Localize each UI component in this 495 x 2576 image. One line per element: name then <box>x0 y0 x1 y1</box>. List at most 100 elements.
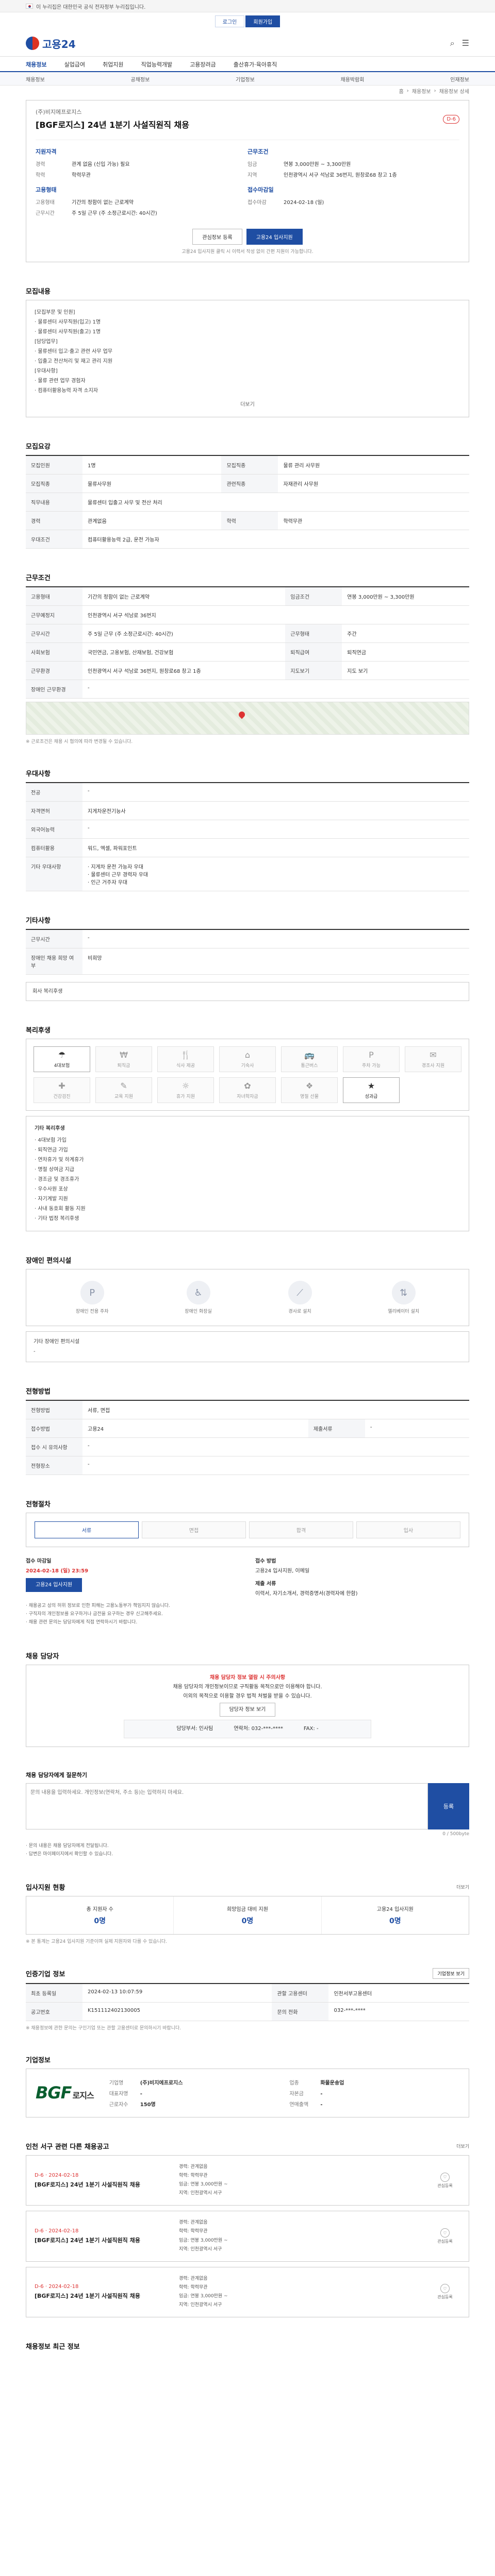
related-job-dday: D-6 · 2024-02-18 <box>35 2172 79 2178</box>
table-row: 근무환경 인천광역시 서구 석남로 36번지, 원창로68 창고 1층 지도보기 지도… <box>26 661 469 680</box>
facility-item: ♿ 장애인 화장실 <box>185 1281 212 1314</box>
recruit-more-button[interactable]: 더보기 <box>35 400 460 410</box>
breadcrumb-item[interactable]: 채용정보 <box>412 87 431 95</box>
related-job-scrap[interactable]: ♡ 관심등록 <box>430 2284 460 2300</box>
nav-item[interactable]: 출산휴가·육아휴직 <box>234 60 277 69</box>
scrap-button[interactable]: 관심정보 등록 <box>192 229 242 245</box>
agency-info-button[interactable]: 기업정보 보기 <box>433 1968 469 1979</box>
nav-item[interactable]: 실업급여 <box>64 60 85 69</box>
applicants-more-link[interactable]: 더보기 <box>456 1884 469 1890</box>
nav-item[interactable]: 채용정보 <box>26 60 46 69</box>
view-manager-button[interactable]: 담당자 정보 보기 <box>219 1702 276 1717</box>
sub-nav: 채용정보 공채정보 기업정보 채용박람회 인재정보 <box>0 72 495 86</box>
table-label: 문의 전화 <box>272 2002 329 2021</box>
table-label: 우대조건 <box>26 530 82 549</box>
summary-row: 고용형태 기간의 정함이 없는 근로계약 <box>36 198 248 206</box>
related-job-card[interactable]: D-6 · 2024-02-18 [BGF로지스] 24년 1분기 사설직원직 채… <box>26 2155 469 2206</box>
company-logo: BGF 로지스 <box>36 2083 94 2103</box>
table-label: 관련직종 <box>221 474 278 493</box>
benefit-icon: ✉ <box>430 1050 437 1060</box>
related-job-scrap[interactable]: ♡ 관심등록 <box>430 2228 460 2244</box>
summary-label: 접수마감 <box>248 200 267 206</box>
benefit-item: ☼ 휴가 지원 <box>157 1077 214 1103</box>
company-label: 연매출액 <box>289 2102 309 2108</box>
benefit-link[interactable]: 회사 복리후생 <box>26 982 469 1001</box>
subnav-item[interactable]: 공채정보 <box>131 75 150 83</box>
stat-value: 0명 <box>389 1917 401 1925</box>
gov-strip-text: 이 누리집은 대한민국 공식 전자정부 누리집입니다. <box>36 4 146 10</box>
table-value: 주간 <box>342 624 469 643</box>
table-value: - <box>82 1437 469 1456</box>
breadcrumb: 홈 › 채용정보 › 채용정보 상세 <box>0 86 495 96</box>
inquiry-send-button[interactable]: 등록 <box>428 1783 469 1829</box>
table-value: 인천광역시 서구 석남로 36번지, 원창로68 창고 1층 <box>82 661 286 680</box>
inquiry-count: 0 / 500byte <box>442 1831 469 1837</box>
benefit-detail-line: · 우수사원 포상 <box>35 1187 68 1192</box>
related-job-line: 지역: 인천광역시 서구 <box>179 2302 222 2308</box>
nav-item[interactable]: 고용장려금 <box>190 60 216 69</box>
breadcrumb-item[interactable]: 홈 <box>399 87 404 95</box>
apply-button[interactable]: 고용24 입사지원 <box>246 229 303 245</box>
table-label: 근무환경 <box>26 661 82 680</box>
heart-icon: ♡ <box>440 2172 450 2182</box>
inquiry-input[interactable] <box>26 1783 428 1829</box>
manager-contact: 담당부서: 인사팀 연락처: 032-***-**** FAX: - <box>124 1719 371 1738</box>
related-job-scrap[interactable]: ♡ 관심등록 <box>430 2172 460 2189</box>
menu-icon[interactable]: ☰ <box>462 38 469 48</box>
table-value: 관계없음 <box>82 511 222 530</box>
related-job-title[interactable]: [BGF로지스] 24년 1분기 사설직원직 채용 <box>35 2180 179 2189</box>
subnav-item[interactable]: 기업정보 <box>236 75 255 83</box>
table-label: 제출서류 <box>308 1419 365 1438</box>
applicant-stat: 고용24 입사지원 0명 <box>322 1896 469 1934</box>
related-more-link[interactable]: 더보기 <box>456 2143 469 2149</box>
company-label: 업종 <box>289 2080 299 2086</box>
process-step: 서류 <box>35 1521 139 1538</box>
company-row: 업종 화물운송업 <box>289 2078 459 2086</box>
table-label: 컴퓨터활용 <box>26 838 82 857</box>
related-job-title[interactable]: [BGF로지스] 24년 1분기 사설직원직 채용 <box>35 2292 179 2300</box>
benefit-icon: ❖ <box>305 1081 314 1091</box>
method-value: 고용24 입사지원, 이메일 <box>255 1568 310 1574</box>
caution-list: · 채용공고 상의 허위 정보로 인한 피해는 고용노동부가 책임지지 않습니다… <box>26 1602 469 1627</box>
benefit-label: 경조사 지원 <box>421 1063 445 1069</box>
related-job-card[interactable]: D-6 · 2024-02-18 [BGF로지스] 24년 1분기 사설직원직 채… <box>26 2266 469 2318</box>
agency-note: ※ 채용정보에 관한 문의는 구인기업 또는 관할 고용센터로 문의하시기 바랍… <box>26 2025 182 2031</box>
search-icon[interactable]: ⌕ <box>450 38 455 48</box>
manager-warning-line1: 채용 담당자의 개인정보이므로 구직활동 목적으로만 이용해야 합니다. <box>173 1684 322 1690</box>
brand-logo[interactable]: 고용24 <box>26 36 76 51</box>
table-value: · 지게차 운전 가능자 우대 · 물류센터 근무 경력자 우대 · 인근 거주… <box>82 857 469 891</box>
related-job-line: 지역: 인천광역시 서구 <box>179 2246 222 2252</box>
location-map[interactable] <box>26 702 469 735</box>
related-scrap-label: 관심등록 <box>437 2183 453 2188</box>
table-value: - <box>365 1419 469 1438</box>
related-job-card[interactable]: D-6 · 2024-02-18 [BGF로지스] 24년 1분기 사설직원직 채… <box>26 2211 469 2262</box>
related-job-title[interactable]: [BGF로지스] 24년 1분기 사설직원직 채용 <box>35 2236 179 2244</box>
table-row: 전형장소 - <box>26 1456 469 1475</box>
nav-item[interactable]: 직업능력개발 <box>141 60 172 69</box>
company-name[interactable]: (주)비지에프로지스 <box>36 108 189 116</box>
table-row: 접수 시 유의사항 - <box>26 1437 469 1456</box>
summary-label: 지역 <box>248 173 257 178</box>
nav-item[interactable]: 취업지원 <box>103 60 123 69</box>
table-value: 컴퓨터활용능력 2급, 운전 가능자 <box>82 530 469 549</box>
benefit-item: ✎ 교육 지원 <box>95 1077 152 1103</box>
table-row: 장애인 근무환경 - <box>26 680 469 699</box>
benefit-item: 🚌 통근버스 <box>281 1046 338 1072</box>
login-button[interactable]: 로그인 <box>214 15 245 27</box>
disability-title: 장애인 편의시설 <box>26 1257 72 1265</box>
benefit-label: 명절 선물 <box>300 1094 319 1099</box>
facility-icon: ♿ <box>186 1281 210 1304</box>
table-value: 지도 보기 <box>342 661 469 680</box>
process-step: 면접 <box>142 1521 246 1538</box>
subnav-item[interactable]: 채용정보 <box>26 75 45 83</box>
subnav-item[interactable]: 채용박람회 <box>341 75 365 83</box>
table-label: 접수방법 <box>26 1419 82 1438</box>
process-apply-button[interactable]: 고용24 입사지원 <box>26 1578 82 1592</box>
signup-button[interactable]: 회원가입 <box>245 15 280 27</box>
dept-label: 담당부서 <box>176 1725 196 1732</box>
breadcrumb-item[interactable]: 채용정보 상세 <box>439 87 469 95</box>
table-value: 기간의 정함이 없는 근로계약 <box>82 587 286 606</box>
subnav-item[interactable]: 인재정보 <box>450 75 469 83</box>
table-row: 최초 등록일 2024-02-13 10:07:59 관할 고용센터 인천서부고용센터 <box>26 1983 469 2003</box>
table-value: 물류센터 입출고 사무 및 전산 처리 <box>82 493 469 512</box>
